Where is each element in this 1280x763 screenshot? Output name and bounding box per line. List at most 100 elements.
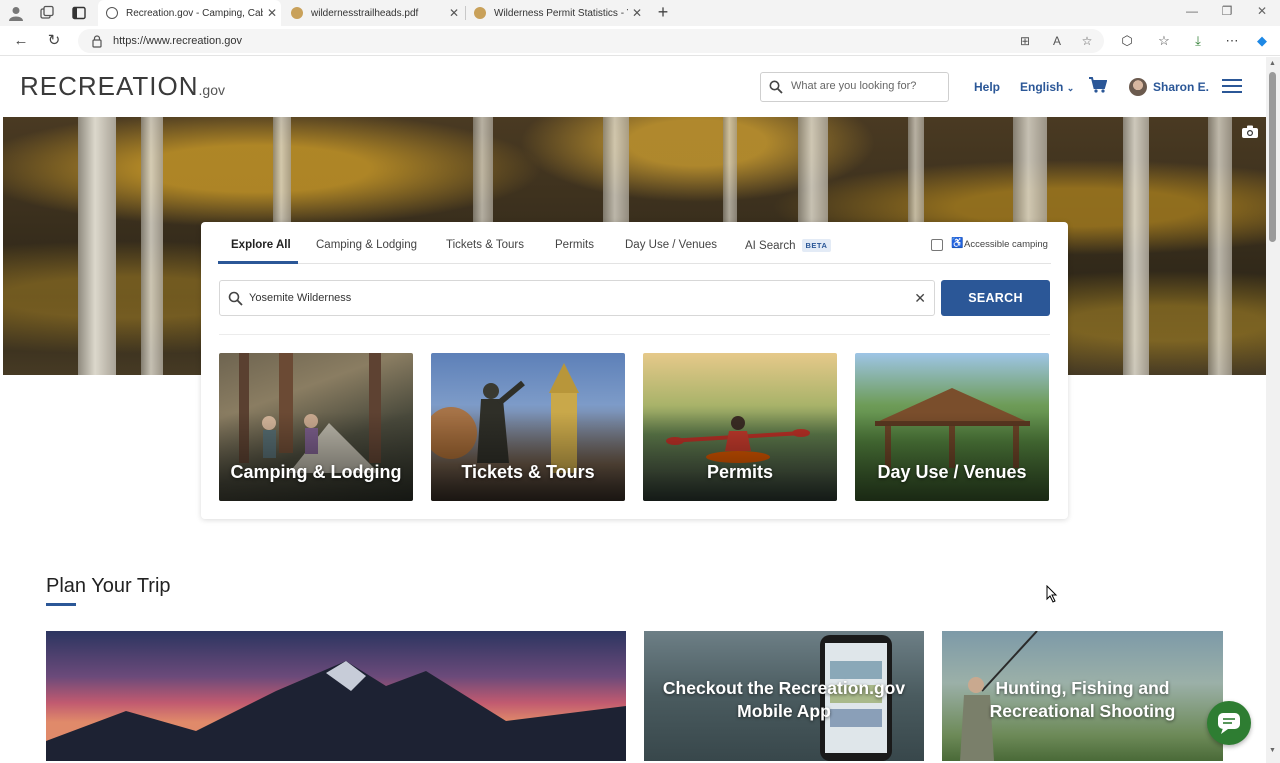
chat-button[interactable]	[1207, 701, 1251, 745]
promo-card-mountains[interactable]	[46, 631, 626, 761]
close-tab-icon[interactable]: ✕	[628, 6, 646, 20]
favorite-star-icon[interactable]: ☆	[1080, 34, 1094, 48]
url-text: https://www.recreation.gov	[113, 35, 243, 47]
scroll-up-icon[interactable]: ▲	[1269, 60, 1276, 67]
card-day-use-venues[interactable]: Day Use / Venues	[855, 353, 1049, 501]
active-tab-indicator	[218, 261, 298, 264]
plan-your-trip-heading: Plan Your Trip	[46, 575, 171, 597]
recreation-logo[interactable]: RECREATION.gov	[20, 71, 225, 102]
profile-icon[interactable]	[8, 5, 24, 21]
header-search[interactable]	[760, 72, 949, 102]
card-shade	[855, 412, 1049, 501]
downloads-icon[interactable]: ⤓	[1190, 33, 1206, 49]
tab-actions-icon[interactable]	[71, 5, 87, 21]
clear-icon[interactable]: ✕	[914, 290, 926, 307]
search-icon	[228, 291, 243, 306]
address-bar-row: ← ↻ https://www.recreation.gov ⊞ A ☆ ⬡ ☆…	[0, 26, 1280, 56]
tab-title: wildernesstrailheads.pdf	[311, 7, 419, 19]
heading-underline	[46, 603, 76, 606]
new-tab-icon[interactable]: +	[652, 2, 674, 23]
tab-camping-lodging[interactable]: Camping & Lodging	[316, 239, 417, 251]
site-header: RECREATION.gov Help English ⌄ Sharon E.	[0, 57, 1266, 117]
tab-title: Recreation.gov - Camping, Cabins	[126, 7, 263, 19]
user-name[interactable]: Sharon E.	[1153, 80, 1209, 94]
close-tab-icon[interactable]: ✕	[263, 6, 281, 20]
lock-icon	[92, 35, 102, 48]
scrollbar-thumb[interactable]	[1269, 72, 1276, 242]
tab-title: Wilderness Permit Statistics - Yosc	[494, 7, 628, 19]
close-window-icon[interactable]: ✕	[1247, 4, 1277, 18]
main-search-field[interactable]: ✕	[219, 280, 935, 316]
card-tickets-tours[interactable]: Tickets & Tours	[431, 353, 625, 501]
card-shade	[431, 412, 625, 501]
browser-tab-wilderness-stats[interactable]: Wilderness Permit Statistics - Yosc ✕	[466, 0, 646, 26]
page-scrollbar[interactable]: ▲ ▼	[1266, 57, 1280, 763]
search-button[interactable]: SEARCH	[941, 280, 1050, 316]
decor-trunk	[78, 117, 116, 375]
browser-tab-pdf[interactable]: wildernesstrailheads.pdf ✕	[283, 0, 463, 26]
nps-favicon-icon	[474, 7, 486, 19]
menu-icon[interactable]	[1222, 79, 1242, 95]
favorites-icon[interactable]: ☆	[1156, 33, 1172, 49]
header-search-input[interactable]	[791, 80, 941, 92]
camera-icon[interactable]	[1242, 125, 1258, 138]
language-label: English	[1020, 80, 1064, 94]
wheelchair-icon: ♿	[951, 238, 964, 249]
browser-tab-recreation[interactable]: Recreation.gov - Camping, Cabins ✕	[98, 0, 281, 26]
refresh-icon[interactable]: ↻	[45, 32, 63, 50]
card-label: Tickets & Tours	[461, 462, 595, 482]
tab-label: AI Search	[745, 240, 796, 252]
minimize-icon[interactable]: —	[1177, 4, 1207, 18]
promo-card-mobile-app[interactable]: Checkout the Recreation.gov Mobile App	[644, 631, 924, 761]
maximize-icon[interactable]: ❐	[1212, 4, 1242, 18]
logo-text: RECREATION	[20, 71, 199, 101]
search-icon	[769, 80, 783, 94]
url-field[interactable]: https://www.recreation.gov ⊞ A ☆	[78, 29, 1104, 53]
tab-explore-all[interactable]: Explore All	[231, 239, 291, 251]
cart-icon[interactable]	[1089, 77, 1107, 93]
search-panel: Explore All Camping & Lodging Tickets & …	[201, 222, 1068, 519]
decor-trunk	[1208, 117, 1232, 375]
tab-ai-search[interactable]: AI Search BETA	[745, 239, 832, 252]
card-shade	[643, 412, 837, 501]
close-tab-icon[interactable]: ✕	[445, 6, 463, 20]
card-camping-lodging[interactable]: Camping & Lodging	[219, 353, 413, 501]
more-options-icon[interactable]: ⋯	[1224, 33, 1240, 49]
logo-suffix: .gov	[198, 82, 225, 98]
app-available-icon[interactable]: ⊞	[1018, 34, 1032, 48]
tab-day-use-venues[interactable]: Day Use / Venues	[625, 239, 717, 251]
beta-badge: BETA	[801, 239, 832, 252]
accessible-checkbox[interactable]	[931, 239, 943, 251]
mountain-photo	[46, 661, 626, 761]
card-label: Day Use / Venues	[877, 462, 1027, 482]
copilot-icon[interactable]: ◆	[1254, 33, 1270, 49]
tab-tickets-tours[interactable]: Tickets & Tours	[446, 239, 524, 251]
language-selector[interactable]: English ⌄	[1020, 80, 1074, 94]
search-tabs: Explore All Camping & Lodging Tickets & …	[218, 222, 1051, 264]
promo-label: Checkout the Recreation.gov Mobile App	[662, 678, 906, 721]
extensions-icon[interactable]: ⬡	[1119, 33, 1135, 49]
decor-trunk	[141, 117, 163, 375]
card-label: Permits	[706, 462, 774, 482]
main-search-input[interactable]	[249, 292, 889, 304]
decor-trunk	[1123, 117, 1149, 375]
card-shade	[219, 412, 413, 501]
divider	[219, 334, 1050, 335]
chat-icon	[1218, 713, 1240, 734]
back-icon[interactable]: ←	[12, 32, 30, 50]
tab-permits[interactable]: Permits	[555, 239, 594, 251]
nps-favicon-icon	[291, 7, 303, 19]
scroll-down-icon[interactable]: ▼	[1269, 747, 1276, 754]
help-link[interactable]: Help	[974, 80, 1000, 94]
card-label: Camping & Lodging	[230, 462, 402, 482]
workspaces-icon[interactable]	[39, 5, 55, 21]
promo-label: Hunting, Fishing and Recreational Shooti…	[989, 678, 1176, 721]
card-permits[interactable]: Permits	[643, 353, 837, 501]
mouse-cursor-icon	[1046, 585, 1058, 603]
accessible-label: Accessible camping	[964, 239, 1048, 250]
promo-card-hunting-fishing[interactable]: Hunting, Fishing and Recreational Shooti…	[942, 631, 1223, 761]
read-aloud-icon[interactable]: A	[1050, 34, 1064, 48]
recreation-favicon-icon	[106, 7, 118, 19]
user-avatar[interactable]	[1129, 78, 1147, 96]
browser-tab-bar: Recreation.gov - Camping, Cabins ✕ wilde…	[0, 0, 1280, 26]
